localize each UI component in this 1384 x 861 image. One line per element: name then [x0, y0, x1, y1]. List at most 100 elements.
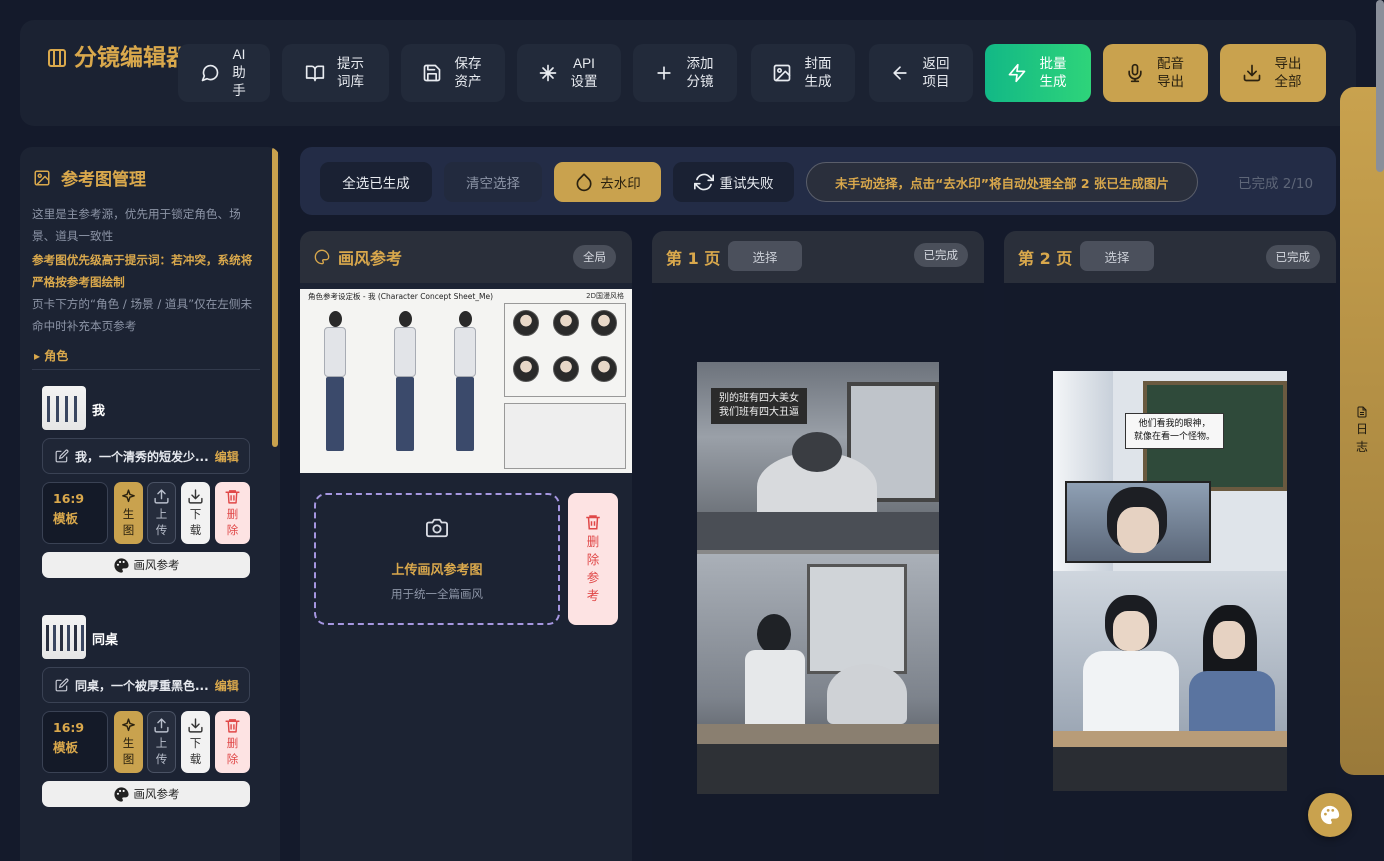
clear-selection-button[interactable]: 清空选择 [444, 162, 542, 202]
download-icon [188, 489, 203, 504]
character-section-toggle[interactable]: ▸ 角色 [34, 347, 68, 364]
retry-failed-button[interactable]: 重试失败 [673, 162, 794, 202]
character-desc[interactable]: 我，一个清秀的短发少... 编辑 [42, 438, 250, 474]
upload-subtitle: 用于统一全篇画风 [391, 586, 483, 601]
plus-icon [657, 66, 671, 80]
palette-icon [113, 786, 129, 802]
batch-generate-button[interactable]: 批量生成 [985, 44, 1091, 102]
download-icon [188, 718, 203, 733]
delete-reference-button[interactable]: 删除参考 [568, 493, 618, 625]
palette-icon [113, 557, 129, 573]
trash-icon [586, 515, 600, 530]
top-toolbar: 分镜编辑器 AI助手 提示词库 保存资产 API设置 添加分镜 封面生成 返回项… [20, 20, 1356, 126]
global-badge: 全局 [573, 245, 616, 269]
arrow-left-icon [893, 66, 907, 80]
ai-assistant-button[interactable]: AI助手 [178, 44, 270, 102]
ratio-template-select[interactable]: 16:9 模板 [42, 482, 108, 544]
app-title: 分镜编辑器 [74, 45, 189, 71]
image-icon [773, 64, 791, 82]
detail-grid [504, 403, 626, 469]
divider [32, 369, 260, 370]
progress-status: 已完成 2/10 [1238, 176, 1314, 192]
upload-button[interactable]: 上传 [147, 482, 176, 544]
selection-toolbar: 全选已生成 清空选择 去水印 重试失败 未手动选择，点击“去水印”将自动处理全部… [300, 147, 1336, 215]
palette-icon [314, 249, 330, 265]
sparkle-icon [122, 489, 135, 503]
select-page-button[interactable]: 选择 [728, 241, 802, 271]
select-page-button[interactable]: 选择 [1080, 241, 1154, 271]
comic-panel: 别的班有四大美女 我们班有四大丑逼 [697, 362, 939, 550]
sheet-title: 角色参考设定板 - 我 (Character Concept Sheet_Me) [308, 292, 494, 301]
reference-sidebar: 参考图管理 这里是主参考源，优先用于锁定角色、场景、道具一致性 参考图优先级高于… [20, 147, 280, 861]
column-header: 第 1 页 选择 已完成 [652, 231, 984, 283]
trash-icon [225, 719, 240, 733]
log-panel-toggle[interactable]: 日志 [1340, 87, 1384, 775]
sheet-tag: 2D国漫风格 [586, 292, 624, 300]
style-reference-column: 画风参考 全局 角色参考设定板 - 我 (Character Concept S… [300, 231, 632, 861]
character-thumbnail[interactable] [42, 615, 86, 659]
back-to-project-button[interactable]: 返回项目 [869, 44, 973, 102]
character-name: 我 [92, 404, 106, 419]
page-title: 第 1 页 [666, 249, 721, 268]
book-icon [305, 65, 324, 82]
trash-icon [225, 490, 240, 504]
dubbing-export-button[interactable]: 配音导出 [1103, 44, 1208, 102]
film-icon [48, 49, 66, 67]
save-assets-button[interactable]: 保存资产 [401, 44, 505, 102]
drop-icon [576, 173, 592, 192]
sidebar-fallback-note: 页卡下方的“角色 / 场景 / 道具”仅在左侧未命中时补充本页参考 [32, 297, 253, 333]
theme-palette-button[interactable] [1308, 793, 1352, 837]
upload-style-reference[interactable]: 上传画风参考图 用于统一全篇画风 [314, 493, 560, 625]
upload-title: 上传画风参考图 [391, 562, 483, 578]
add-storyboard-button[interactable]: 添加分镜 [633, 44, 737, 102]
comic-panel [697, 554, 939, 794]
chat-icon [201, 64, 219, 82]
column-title: 画风参考 [338, 249, 403, 268]
style-reference-image[interactable]: 角色参考设定板 - 我 (Character Concept Sheet_Me)… [300, 289, 632, 473]
page-title: 第 2 页 [1018, 249, 1073, 268]
page-column-1: 第 1 页 选择 已完成 别的班有四大美女 我们班有四大丑逼 [652, 231, 984, 861]
download-icon [1243, 64, 1261, 82]
sparkle-icon [122, 718, 135, 732]
delete-button[interactable]: 删除 [215, 711, 250, 773]
character-desc[interactable]: 同桌，一个被厚重黑色... 编辑 [42, 667, 250, 703]
expression-grid [504, 303, 626, 397]
page-image[interactable]: 他们看我的眼神， 就像在看一个怪物。 [1053, 371, 1287, 791]
edit-icon [55, 449, 69, 463]
camera-icon [426, 518, 448, 537]
page-image[interactable]: 别的班有四大美女 我们班有四大丑逼 [697, 362, 939, 794]
column-header: 第 2 页 选择 已完成 [1004, 231, 1336, 283]
generate-image-button[interactable]: 生图 [114, 482, 143, 544]
api-settings-button[interactable]: API设置 [517, 44, 621, 102]
generate-image-button[interactable]: 生图 [114, 711, 143, 773]
upload-icon [154, 489, 169, 504]
page-scrollbar[interactable] [1376, 0, 1384, 172]
export-all-button[interactable]: 导出全部 [1220, 44, 1326, 102]
download-button[interactable]: 下载 [181, 711, 210, 773]
style-reference-button[interactable]: 画风参考 [42, 552, 250, 578]
style-reference-button[interactable]: 画风参考 [42, 781, 250, 807]
sidebar-title: 参考图管理 [33, 165, 146, 190]
sidebar-scrollbar[interactable] [272, 147, 278, 447]
prompt-library-button[interactable]: 提示词库 [282, 44, 389, 102]
save-icon [423, 64, 441, 82]
edit-icon [55, 678, 69, 692]
select-all-generated-button[interactable]: 全选已生成 [320, 162, 432, 202]
delete-button[interactable]: 删除 [215, 482, 250, 544]
character-thumbnail[interactable] [42, 386, 86, 430]
download-button[interactable]: 下载 [181, 482, 210, 544]
sparkle-icon [539, 64, 557, 82]
watermark-hint: 未手动选择，点击“去水印”将自动处理全部 2 张已生成图片 [806, 162, 1198, 202]
status-badge: 已完成 [913, 243, 968, 267]
upload-button[interactable]: 上传 [147, 711, 176, 773]
remove-watermark-button[interactable]: 去水印 [554, 162, 661, 202]
cover-generate-button[interactable]: 封面生成 [751, 44, 855, 102]
ratio-template-select[interactable]: 16:9 模板 [42, 711, 108, 773]
edit-link[interactable]: 编辑 [215, 448, 239, 465]
edit-link[interactable]: 编辑 [215, 677, 239, 694]
character-name: 同桌 [92, 633, 119, 648]
document-icon [1357, 406, 1367, 418]
column-header: 画风参考 全局 [300, 231, 632, 283]
speech-bubble: 他们看我的眼神， 就像在看一个怪物。 [1125, 413, 1225, 449]
speech-bubble: 别的班有四大美女 我们班有四大丑逼 [711, 388, 807, 424]
